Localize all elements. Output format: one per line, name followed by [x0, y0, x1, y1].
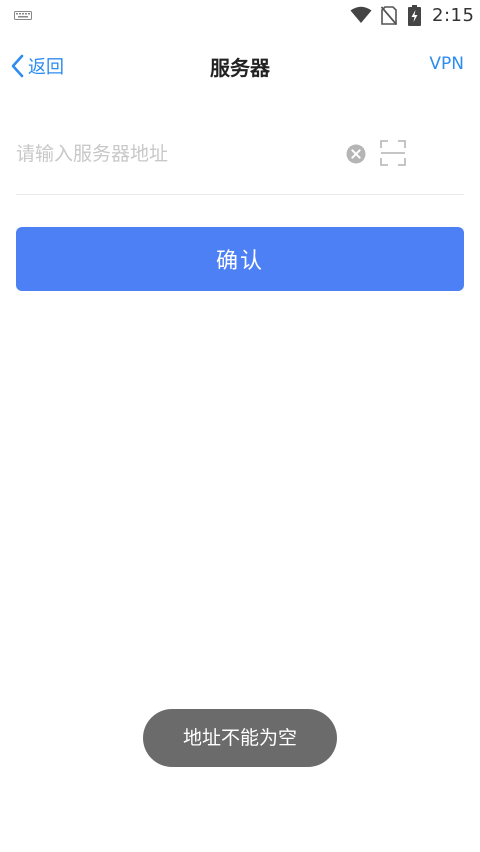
- battery-charging-icon: [408, 5, 421, 26]
- confirm-button[interactable]: 确认: [16, 227, 464, 291]
- clear-circle-icon[interactable]: [346, 144, 366, 164]
- status-bar: 2:15: [0, 0, 480, 32]
- server-settings-screen: 2:15 返回 服务器 VPN 确认 地址不能为空: [0, 0, 480, 852]
- no-sim-icon: [381, 6, 397, 25]
- keyboard-icon: [14, 11, 32, 20]
- toast-message: 地址不能为空: [143, 709, 337, 767]
- wifi-icon: [350, 6, 372, 23]
- server-input-row: [16, 128, 464, 195]
- nav-bar: 返回 服务器 VPN: [0, 40, 480, 92]
- page-title: 服务器: [210, 56, 270, 80]
- vpn-link[interactable]: VPN: [429, 54, 464, 74]
- status-time: 2:15: [432, 5, 475, 26]
- scan-icon[interactable]: [380, 140, 406, 166]
- server-address-input[interactable]: [16, 138, 336, 170]
